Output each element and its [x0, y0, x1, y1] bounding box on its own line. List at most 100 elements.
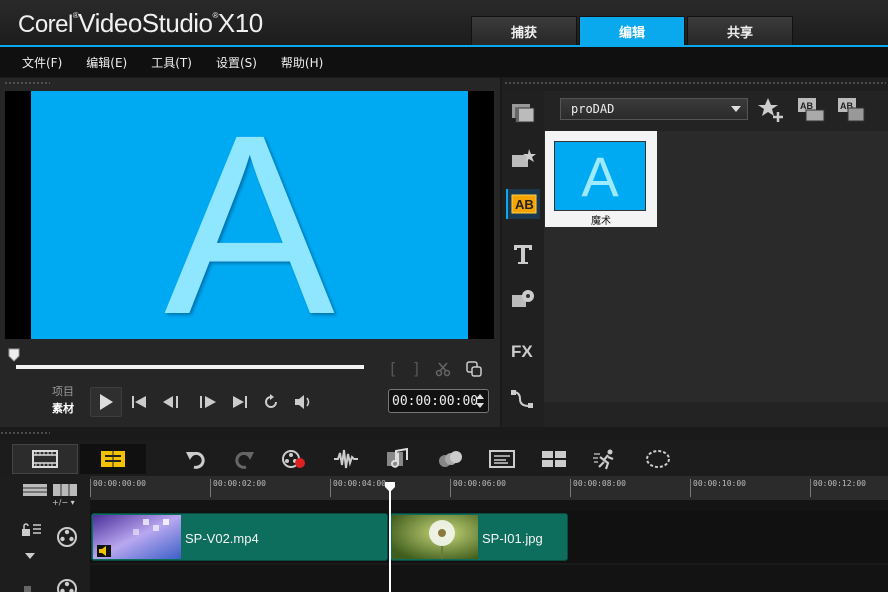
category-media[interactable]: [506, 99, 540, 129]
multi-camera-icon[interactable]: [541, 448, 567, 470]
video-track-icon[interactable]: [56, 526, 78, 548]
auto-music-icon[interactable]: [385, 448, 411, 470]
chevron-down-icon: [731, 106, 741, 112]
scrubber-track[interactable]: [16, 365, 364, 369]
category-transition[interactable]: AB: [506, 189, 540, 219]
overlay-track-icon[interactable]: [56, 578, 78, 592]
menu-bar: 文件(F) 编辑(E) 工具(T) 设置(S) 帮助(H): [0, 47, 888, 77]
panel-grip[interactable]: [4, 81, 50, 86]
timeline-marker-strip: [90, 500, 888, 511]
play-icon: [100, 394, 113, 410]
timeline-view-button[interactable]: [80, 444, 146, 474]
svg-text:FX: FX: [511, 342, 533, 360]
timeline-toolbar: [0, 440, 888, 476]
go-to-start-icon[interactable]: [130, 394, 148, 410]
tab-capture[interactable]: 捕获: [471, 16, 577, 46]
timeline-ruler[interactable]: 00:00:00:00 00:00:02:00 00:00:04:00 00:0…: [90, 476, 888, 500]
add-remove-track-button[interactable]: +/− ▾: [52, 498, 75, 507]
enlarge-preview-icon[interactable]: [465, 360, 483, 378]
playhead-line[interactable]: [389, 484, 391, 592]
mark-out-button[interactable]: ]: [412, 359, 422, 378]
timeline-clip-video[interactable]: SP-V02.mp4: [91, 513, 388, 561]
timeline-icon: [101, 451, 125, 467]
timeline-clip-image[interactable]: SP-I01.jpg: [390, 513, 568, 561]
tab-share[interactable]: 共享: [687, 16, 793, 46]
ruler-tick: 00:00:04:00: [330, 479, 386, 497]
clip-thumbnail: [93, 515, 181, 559]
track-manager-icon[interactable]: [22, 482, 48, 498]
player-panel: A [ ] 项目 素材 00:00:00:00: [0, 78, 500, 427]
timecode-spinner-icon[interactable]: [475, 393, 485, 409]
category-path[interactable]: [506, 384, 540, 414]
chapter-point-icon[interactable]: [52, 482, 78, 498]
category-title[interactable]: [506, 239, 540, 269]
timecode-value: 00:00:00:00: [392, 393, 479, 409]
folder-dropdown-value: proDAD: [571, 102, 615, 116]
sound-mixer-icon[interactable]: [333, 448, 359, 470]
timeline-grip[interactable]: [0, 431, 50, 436]
repeat-icon[interactable]: [262, 393, 280, 411]
time-remapping-icon[interactable]: [593, 448, 619, 470]
menu-help[interactable]: 帮助(H): [281, 54, 323, 71]
previous-frame-icon[interactable]: [161, 394, 183, 410]
go-to-end-icon[interactable]: [231, 394, 249, 410]
library-toolbar: proDAD AB AB: [544, 91, 888, 131]
redo-icon[interactable]: [233, 448, 255, 470]
panel-grip[interactable]: [504, 81, 886, 86]
menu-settings[interactable]: 设置(S): [216, 54, 257, 71]
preview-frame: A: [31, 91, 468, 339]
library-tools: AB AB: [756, 95, 866, 123]
track-lock-icon[interactable]: [20, 522, 42, 538]
track-header-panel: +/− ▾: [0, 476, 90, 592]
motion-tracking-icon[interactable]: [437, 448, 463, 470]
menu-tools[interactable]: 工具(T): [151, 54, 192, 71]
clip-name: SP-V02.mp4: [185, 531, 259, 546]
next-frame-icon[interactable]: [196, 394, 218, 410]
app-title: Corel®VideoStudio®X10: [18, 8, 263, 38]
library-item-caption: 魔术: [591, 216, 611, 227]
subtitle-editor-icon[interactable]: [489, 448, 515, 470]
svg-text:AB: AB: [515, 197, 534, 212]
app-title-version: X10: [217, 8, 263, 38]
tab-edit[interactable]: 编辑: [579, 16, 685, 46]
mode-clip[interactable]: 素材: [52, 400, 74, 417]
graphic-icon: [512, 290, 534, 307]
apply-random-transition-icon[interactable]: AB: [796, 95, 826, 123]
undo-icon[interactable]: [185, 448, 207, 470]
play-mode-selector[interactable]: 项目 素材: [52, 383, 74, 417]
apply-current-transition-icon[interactable]: AB: [836, 95, 866, 123]
category-graphic[interactable]: [506, 283, 540, 313]
scrubber-handle-icon[interactable]: [8, 348, 20, 362]
app-title-product: VideoStudio: [78, 8, 213, 38]
scissors-icon[interactable]: [435, 361, 451, 377]
mask-creator-icon[interactable]: [645, 448, 671, 470]
record-capture-icon[interactable]: [281, 448, 307, 470]
app-title-brand: Corel: [18, 11, 73, 38]
add-to-favorites-icon[interactable]: [756, 95, 786, 123]
track-expand-chevron-icon[interactable]: [24, 552, 36, 560]
menu-file[interactable]: 文件(F): [22, 54, 62, 71]
mark-in-button[interactable]: [: [388, 359, 398, 378]
menu-edit[interactable]: 编辑(E): [86, 54, 127, 71]
ruler-tick: 00:00:06:00: [450, 479, 506, 497]
ruler-tick: 00:00:00:00: [90, 479, 146, 497]
folder-dropdown[interactable]: proDAD: [560, 98, 748, 120]
category-instant-project[interactable]: [506, 143, 540, 173]
overlay-track-lock-icon[interactable]: [22, 582, 36, 592]
play-button[interactable]: [90, 387, 122, 417]
overlay-track: [90, 565, 888, 592]
library-item[interactable]: A 魔术: [545, 131, 657, 227]
media-icon: [512, 104, 535, 123]
timecode-field[interactable]: 00:00:00:00: [388, 389, 489, 413]
library-content: A 魔术: [544, 131, 888, 402]
volume-icon[interactable]: [293, 393, 313, 411]
library-item-thumbnail: A: [554, 141, 646, 211]
storyboard-view-button[interactable]: [12, 444, 78, 474]
ruler-tick: 00:00:10:00: [690, 479, 746, 497]
ruler-tick: 00:00:02:00: [210, 479, 266, 497]
category-filter[interactable]: FX: [506, 335, 540, 365]
preview-title-letter: A: [164, 91, 335, 339]
trim-controls: [ ]: [388, 359, 483, 378]
mode-project[interactable]: 项目: [52, 383, 74, 400]
video-track: SP-V02.mp4 SP-I01.jpg: [90, 511, 888, 563]
